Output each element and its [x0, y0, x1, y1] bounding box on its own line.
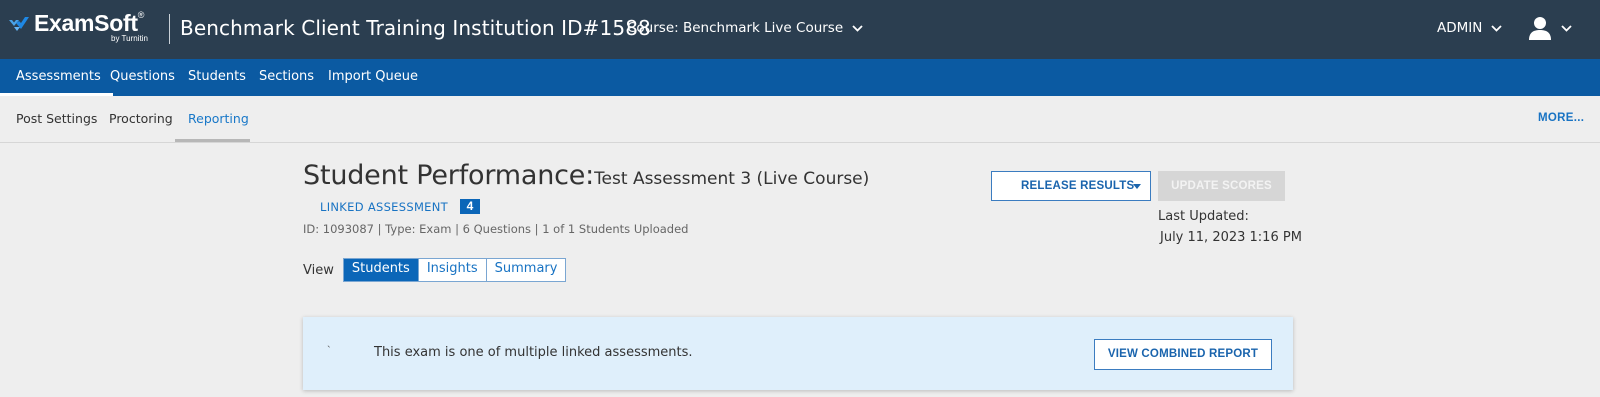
examsoft-logo-icon — [9, 17, 29, 31]
linked-count-badge: 4 — [459, 199, 480, 214]
view-segmented-control: Students Insights Summary — [342, 258, 567, 282]
course-selector[interactable]: Course: Benchmark Live Course — [627, 20, 863, 36]
linked-assessment-link[interactable]: LINKED ASSESSMENT — [320, 200, 448, 214]
update-scores-button[interactable]: UPDATE SCORES — [1158, 171, 1285, 201]
nav-item-questions[interactable]: Questions — [110, 59, 175, 96]
page-title-row: Student Performance: Test Assessment 3 (… — [303, 160, 869, 191]
logo-wordmark: ExamSoft® — [34, 10, 145, 36]
release-results-button[interactable]: RELEASE RESULTS — [991, 171, 1151, 201]
header-divider — [169, 14, 170, 44]
assessment-name: Test Assessment 3 (Live Course) — [594, 169, 870, 189]
nav-item-sections[interactable]: Sections — [259, 59, 314, 96]
view-label: View — [303, 262, 334, 278]
linked-assessment-notice: ` This exam is one of multiple linked as… — [303, 317, 1293, 390]
view-insights-button[interactable]: Insights — [418, 259, 487, 281]
view-switcher: View Students Insights Summary — [303, 258, 567, 282]
linked-assessment-row: LINKED ASSESSMENT 4 — [320, 199, 480, 214]
course-selector-label: Course: Benchmark Live Course — [627, 20, 844, 36]
tab-post-settings[interactable]: Post Settings — [16, 96, 97, 142]
view-combined-report-button[interactable]: VIEW COMBINED REPORT — [1094, 339, 1272, 370]
top-header: ExamSoft® by Turnitin Benchmark Client T… — [0, 0, 1600, 59]
nav-item-assessments[interactable]: Assessments — [0, 59, 113, 96]
primary-nav: Assessments Questions Students Sections … — [0, 59, 1600, 96]
last-updated-value: July 11, 2023 1:16 PM — [1160, 230, 1302, 245]
view-summary-button[interactable]: Summary — [486, 259, 566, 281]
more-link[interactable]: MORE... — [1538, 112, 1584, 124]
notice-tick-mark: ` — [327, 345, 331, 357]
page-title: Student Performance: — [303, 160, 595, 191]
registered-mark: ® — [137, 10, 145, 20]
examsoft-logo[interactable]: ExamSoft® by Turnitin — [8, 10, 160, 46]
user-avatar-icon — [1529, 17, 1551, 40]
admin-menu-label: ADMIN — [1437, 20, 1483, 36]
tab-proctoring[interactable]: Proctoring — [109, 96, 173, 142]
nav-item-import-queue[interactable]: Import Queue — [328, 59, 418, 96]
release-results-label: RELEASE RESULTS — [1021, 180, 1135, 192]
nav-item-students[interactable]: Students — [188, 59, 246, 96]
caret-down-icon — [1133, 184, 1141, 189]
tab-reporting[interactable]: Reporting — [188, 96, 249, 142]
view-students-button[interactable]: Students — [343, 259, 419, 281]
admin-menu[interactable]: ADMIN — [1437, 20, 1502, 36]
chevron-down-icon — [1491, 24, 1502, 32]
active-tab-indicator — [175, 139, 250, 142]
institution-name: Benchmark Client Training Institution ID… — [180, 16, 651, 40]
chevron-down-icon — [1561, 24, 1572, 32]
user-menu[interactable] — [1529, 16, 1572, 40]
chevron-down-icon — [852, 24, 863, 32]
last-updated-label: Last Updated: — [1158, 209, 1249, 224]
logo-byline: by Turnitin — [111, 34, 148, 43]
notice-text: This exam is one of multiple linked asse… — [374, 345, 693, 360]
assessment-meta: ID: 1093087 | Type: Exam | 6 Questions |… — [303, 222, 689, 236]
secondary-nav: Post Settings Proctoring Reporting MORE.… — [0, 96, 1600, 143]
